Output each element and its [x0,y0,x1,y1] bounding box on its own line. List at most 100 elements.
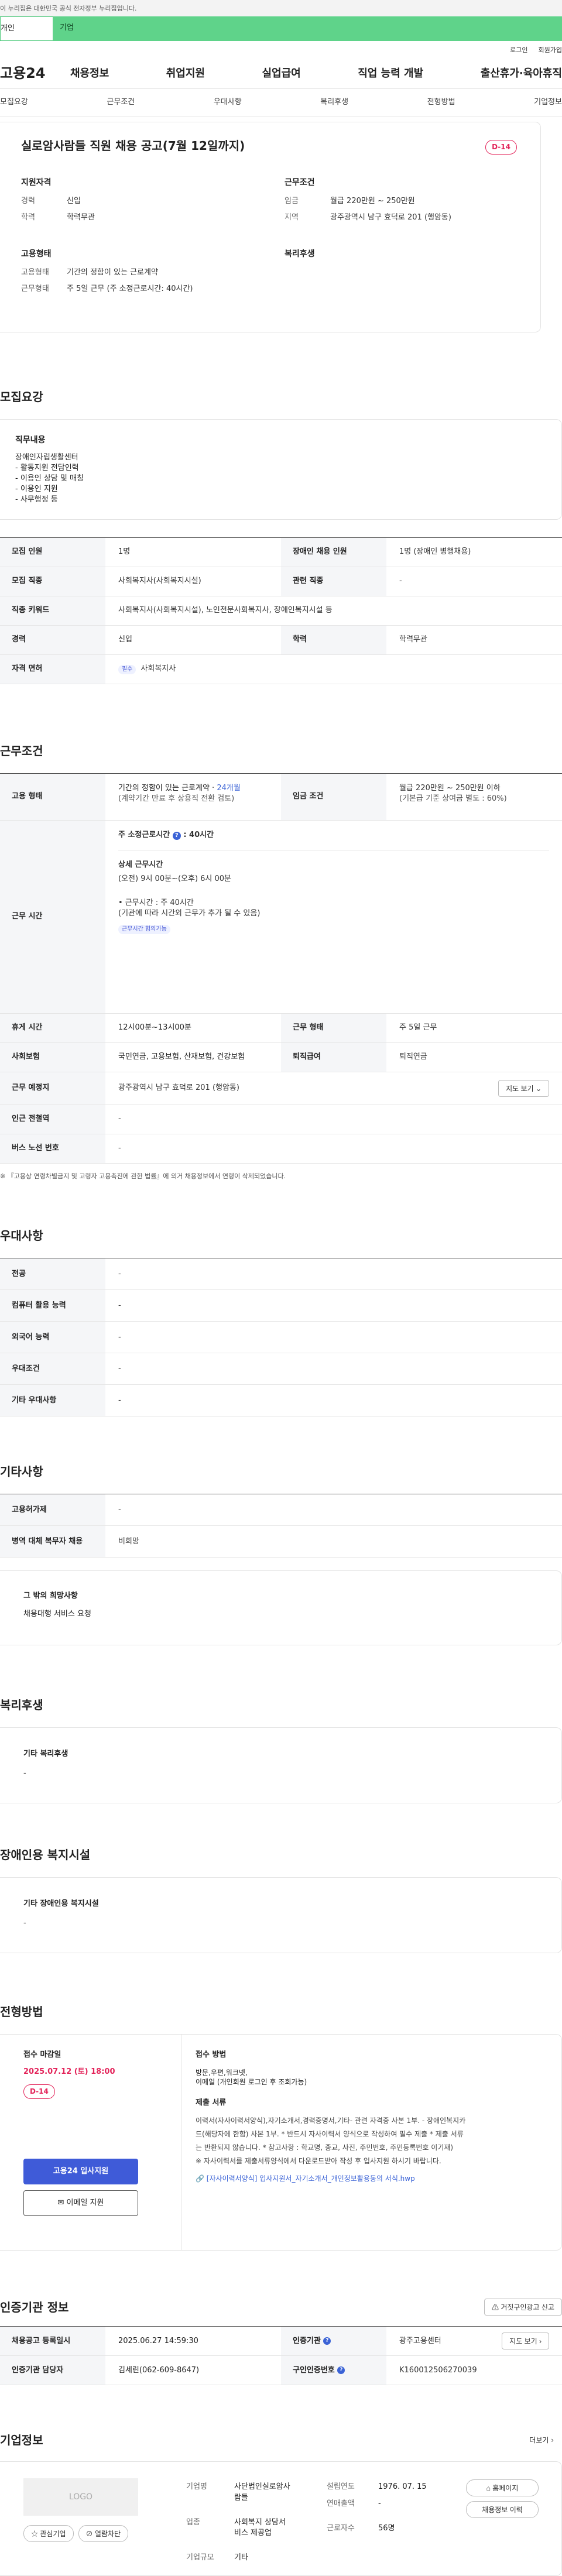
size-value: 기타 [234,2553,248,2563]
company-section: 기업정보 더보기 › LOGO ☆ 관심기업 ⊘ 열람차단 기업명 사단법인실로암… [0,2432,562,2576]
tab-company[interactable]: 기업 [53,16,562,41]
method-heading: 접수 방법 [196,2050,227,2060]
etc-heading: 기타사항 [0,1464,43,1479]
apply-button[interactable]: 고용24 입사지원 [23,2159,138,2185]
menu-item-job-training[interactable]: 직업 능력 개발 [358,66,423,81]
welfare-box-value: - [23,1768,26,1778]
menu-item-unemployment-benefit[interactable]: 실업급여 [262,66,301,81]
favorite-company-button[interactable]: ☆ 관심기업 [23,2525,74,2543]
section-nav-process[interactable]: 전형방법 [427,97,455,108]
row-label: 경력 [0,626,105,654]
menu-item-jobs[interactable]: 채용정보 [70,66,109,81]
report-button-label: 거짓구인광고 신고 [501,2303,554,2312]
welfare-heading: 복리후생 [285,249,315,259]
map-button[interactable]: 지도 보기 ⌄ [498,1080,549,1097]
utility-links: 로그인 회원가입 [0,41,562,59]
method-line: 방문,우편,워크넷, [196,2068,248,2077]
gov-notice-text: 이 누리집은 대한민국 공식 전자정부 누리집입니다. [0,5,137,12]
row-value-cell: 필수 사회복지사 [105,655,562,684]
row-label: 관련 직종 [281,567,386,596]
work-heading: 근무조건 [0,744,43,758]
name-label: 기업명 [186,2482,207,2492]
row-label: 고용 형태 [0,774,105,820]
work-form-label: 근무형태 [21,284,49,293]
tab-company-label: 기업 [60,23,74,32]
row-label: 인증기관 담당자 [0,2356,105,2385]
row-value: - [118,1505,121,1514]
row-label: 병역 대체 복무자 채용 [0,1526,105,1558]
row-value: 신입 [118,635,132,644]
table-row: 채용공고 등록일시 2025.06.27 14:59:30 인증기관 ? 광주고… [0,2327,562,2357]
other-wishes-box: 그 밖의 희망사항 채용대행 서비스 요청 [0,1570,562,1646]
duty-line: - 활동지원 전담인력 [15,463,79,472]
job-history-button[interactable]: 채용정보 이력 [466,2501,539,2519]
dday-badge: D-14 [485,140,517,155]
disabled-box-heading: 기타 장애인용 복지시설 [23,1899,99,1909]
section-nav-recruit[interactable]: 모집요강 [0,97,28,108]
emp-type-value: 기간의 정함이 있는 근로계약 [67,267,158,277]
job-title: 실로암사람들 직원 채용 공고(7월 12일까지) [21,139,245,153]
disabled-section: 장애인용 복지시설 기타 장애인용 복지시설 - [0,1847,562,1954]
wage-note: (기본급 기준 상여금 별도 : 60%) [399,794,507,804]
recruit-table: 모집 인원 1명 장애인 채용 인원 1명 (장애인 병행채용) 모집 직종 사… [0,537,562,684]
info-icon[interactable]: ? [323,2337,331,2345]
main-menu: 채용정보 취업지원 실업급여 직업 능력 개발 출산휴가·육아휴직 [70,66,562,81]
block-company-button[interactable]: ⊘ 열람차단 [78,2525,129,2543]
row-label: 근무 시간 [0,821,105,1013]
site-logo[interactable]: 고용24 [0,64,70,84]
work-section: 근무조건 고용 형태 기간의 정함이 있는 근로계약 · 24개월 (계약기간 … [0,743,562,1181]
etc-table: 고용허가제 - 병역 대체 복무자 채용 비희망 [0,1494,562,1558]
row-value: - [118,1395,121,1405]
duty-heading: 직무내용 [15,435,46,445]
qualification-heading: 지원자격 [21,178,52,187]
founded-label: 설립연도 [327,2482,355,2492]
row-value: 학력무관 [399,635,427,644]
row-value: 주 5일 근무 [399,1023,437,1033]
emp-type-label: 고용형태 [21,267,49,277]
join-link[interactable]: 회원가입 [539,46,562,59]
menu-item-parental-leave[interactable]: 출산휴가·육아휴직 [481,66,562,81]
pref-heading: 우대사항 [0,1229,43,1243]
info-icon[interactable]: ? [337,2366,345,2375]
table-row: 기타 우대사항 - [0,1385,562,1417]
id-label: 구인인증번호 [293,2365,335,2375]
gov-notice-bar: 이 누리집은 대한민국 공식 전자정부 누리집입니다. [0,0,562,16]
summary-welfare: 복리후생 [285,249,536,300]
email-apply-button[interactable]: ✉ 이메일 지원 [23,2190,138,2217]
industry-label: 업종 [186,2517,200,2527]
edu-value: 학력무관 [67,212,95,222]
process-heading: 전형방법 [0,2005,43,2019]
section-nav-work[interactable]: 근무조건 [107,97,135,108]
resume-file-link[interactable]: 🔗 [자사이력서양식] 입사지원서_자기소개서_개인정보활용동의 서식.hwp [196,2174,547,2184]
contract-months: 24개월 [217,784,241,793]
duty-line: - 이용인 지원 [15,485,58,494]
duty-line: - 사무행정 등 [15,495,58,505]
section-nav-pref[interactable]: 우대사항 [214,97,242,108]
table-row: 근무 시간 주 소정근로시간 ? : 40시간 상세 근무시간 (오전) 9시 … [0,821,562,1014]
agency-map-button[interactable]: 지도 보기 › [502,2333,549,2350]
deadline-value: 2025.07.12 (토) 18:00 [23,2067,115,2076]
section-nav-company[interactable]: 기업정보 [534,97,562,108]
employment-heading: 고용형태 [21,249,52,259]
apply-button-label: 고용24 입사지원 [53,2167,109,2176]
row-value-cell: 주 소정근로시간 ? : 40시간 상세 근무시간 (오전) 9시 00분~(오… [105,821,562,1013]
more-label: 더보기 [529,2436,549,2444]
work-form-value: 주 5일 근무 (주 소정근로시간: 40시간) [67,284,193,293]
row-value-cell: 광주고용센터 지도 보기 › [386,2327,562,2355]
pref-section: 우대사항 전공 - 컴퓨터 활용 능력 - 외국어 능력 - 우대조건 - 기타 우대사… [0,1227,562,1417]
docs-line: ※ 자사이력서를 제출서류양식에서 다운로드받아 작성 후 입사지원 하시기 바… [196,2156,441,2165]
license-value: 사회복지사 [140,664,176,674]
region-value: 광주광역시 남구 효덕로 201 (행암동) [330,212,451,222]
section-nav-welfare[interactable]: 복리후생 [320,97,348,108]
other-wishes-value: 채용대행 서비스 요청 [23,1609,91,1618]
login-link[interactable]: 로그인 [510,46,527,59]
duty-line: 장애인자립생활센터 [15,452,78,462]
report-fake-ad-button[interactable]: ⚠ 거짓구인광고 신고 [484,2299,562,2316]
info-icon[interactable]: ? [172,832,181,840]
homepage-label: 홈페이지 [492,2484,519,2493]
homepage-button[interactable]: ⌂ 홈페이지 [466,2479,539,2497]
company-more-link[interactable]: 더보기 › [529,2436,562,2445]
user-type-tabs: 개인 기업 [0,16,562,41]
tab-personal[interactable]: 개인 [0,16,53,41]
menu-item-employment-support[interactable]: 취업지원 [166,66,205,81]
